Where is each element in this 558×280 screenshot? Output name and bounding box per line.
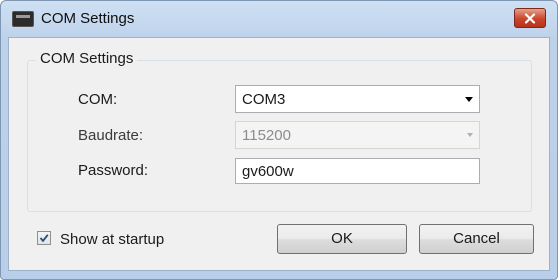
baudrate-label: Baudrate:: [78, 127, 144, 144]
com-port-select[interactable]: COM3: [235, 85, 480, 113]
title-bar[interactable]: COM Settings: [1, 1, 557, 37]
cancel-button[interactable]: Cancel: [419, 224, 534, 254]
window-title: COM Settings: [41, 10, 135, 27]
baudrate-select[interactable]: 115200: [235, 121, 480, 149]
com-port-value: COM3: [242, 91, 286, 108]
com-settings-dialog: COM Settings COM Settings COM: COM3 Baud…: [0, 0, 558, 280]
show-at-startup-checkbox[interactable]: [37, 231, 51, 245]
ok-button[interactable]: OK: [277, 224, 407, 254]
com-settings-groupbox: COM Settings COM: COM3 Baudrate: 115200 …: [27, 50, 532, 212]
password-label: Password:: [78, 162, 149, 179]
chevron-down-icon: [465, 97, 473, 102]
app-window-icon: [12, 11, 34, 27]
com-label: COM:: [78, 91, 118, 108]
password-field[interactable]: [235, 158, 480, 184]
close-icon: [524, 12, 536, 24]
checkmark-icon: [39, 234, 49, 243]
dialog-client-area: COM Settings COM: COM3 Baudrate: 115200 …: [8, 37, 550, 271]
baudrate-value: 115200: [242, 127, 291, 144]
show-at-startup-label[interactable]: Show at startup: [60, 231, 164, 248]
close-button[interactable]: [514, 8, 546, 28]
chevron-down-icon: [467, 133, 473, 137]
groupbox-legend: COM Settings: [36, 50, 138, 67]
